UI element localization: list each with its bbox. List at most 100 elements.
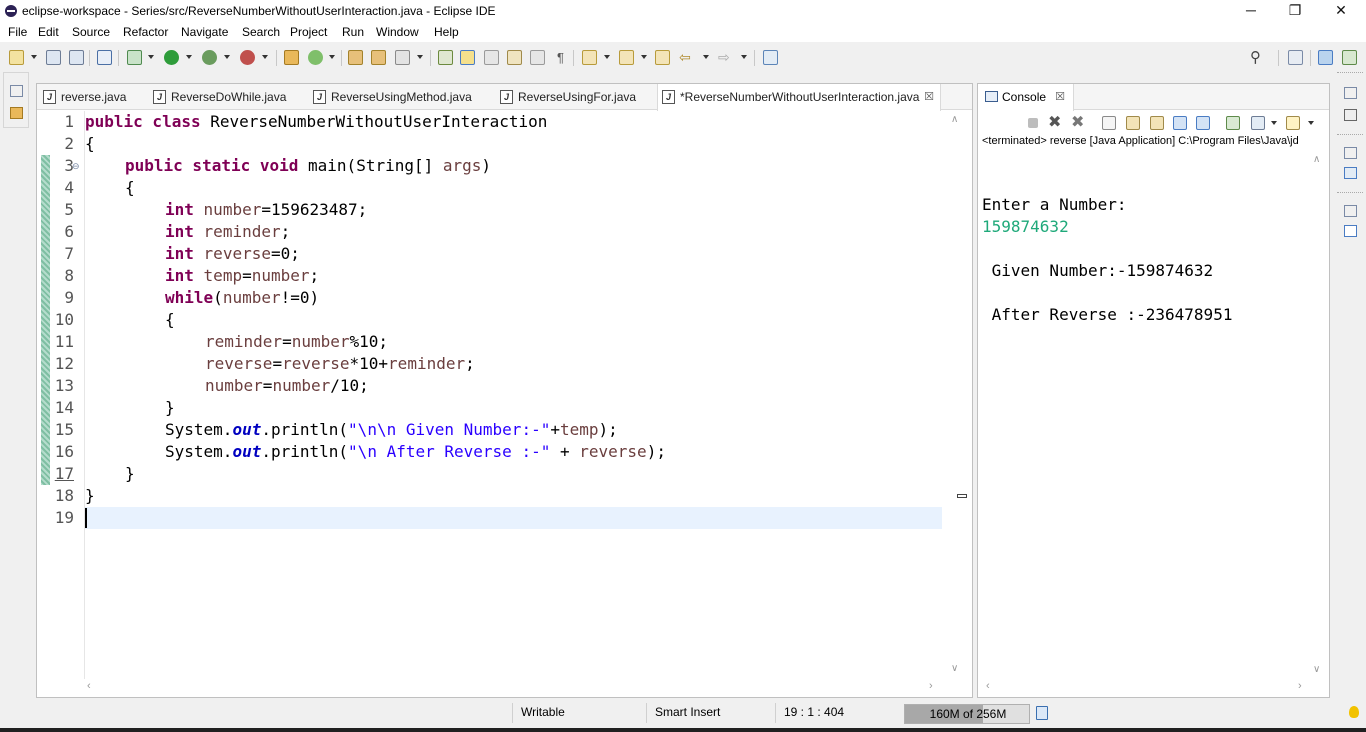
console-horizontal-scrollbar[interactable]: ‹ › xyxy=(978,679,1329,695)
scroll-right-icon[interactable]: › xyxy=(1298,680,1302,692)
insert-mode-status[interactable]: Smart Insert xyxy=(655,705,720,719)
chevron-down-icon[interactable] xyxy=(224,55,230,59)
pilcrow-icon[interactable]: ¶ xyxy=(553,50,568,65)
console-output[interactable]: Enter a Number: 159874632 Given Number:-1… xyxy=(982,194,1312,326)
menu-search[interactable]: Search xyxy=(242,25,280,39)
save-all-icon[interactable] xyxy=(69,50,84,65)
chevron-down-icon[interactable] xyxy=(329,55,335,59)
show-on-stdout-icon[interactable] xyxy=(1173,116,1187,130)
vertical-scrollbar[interactable]: ∧ ∨ xyxy=(942,111,972,681)
skip-breakpoints-icon[interactable] xyxy=(97,50,112,65)
forward-arrow-icon[interactable]: ⇨ xyxy=(718,50,733,65)
problems-view-icon[interactable] xyxy=(1344,225,1357,237)
tab-console[interactable]: Console ☒ xyxy=(978,84,1074,111)
debug-icon[interactable] xyxy=(127,50,142,65)
menu-window[interactable]: Window xyxy=(376,25,419,39)
chevron-down-icon[interactable] xyxy=(641,55,647,59)
chevron-down-icon[interactable] xyxy=(186,55,192,59)
chevron-down-icon[interactable] xyxy=(604,55,610,59)
open-type-icon[interactable] xyxy=(348,50,363,65)
chevron-down-icon[interactable] xyxy=(31,55,37,59)
restore-icon[interactable] xyxy=(10,85,23,97)
back-arrow-icon[interactable]: ⇦ xyxy=(679,50,694,65)
menu-help[interactable]: Help xyxy=(434,25,459,39)
scroll-right-icon[interactable]: › xyxy=(929,680,933,692)
new-java-package-icon[interactable] xyxy=(284,50,299,65)
scroll-down-icon[interactable]: ∨ xyxy=(951,663,958,674)
scroll-up-icon[interactable]: ∧ xyxy=(1313,154,1320,165)
next-annotation-icon[interactable] xyxy=(582,50,597,65)
open-console-icon[interactable] xyxy=(1286,116,1300,130)
task-list-icon[interactable] xyxy=(1344,109,1357,121)
chevron-down-icon[interactable] xyxy=(417,55,423,59)
outline-icon[interactable] xyxy=(1344,167,1357,179)
remove-launch-icon[interactable]: ✖ xyxy=(1048,115,1062,131)
scroll-down-icon[interactable]: ∨ xyxy=(1313,664,1320,675)
pin-editor-icon[interactable] xyxy=(763,50,778,65)
maximize-button[interactable]: ❐ xyxy=(1272,0,1318,22)
terminate-icon[interactable] xyxy=(1028,118,1038,128)
coverage-icon[interactable] xyxy=(202,50,217,65)
close-tab-icon[interactable]: ☒ xyxy=(1055,84,1065,110)
block-selection-icon[interactable] xyxy=(484,50,499,65)
heap-status[interactable]: 160M of 256M xyxy=(904,704,1030,724)
pin-console-icon[interactable] xyxy=(1226,116,1240,130)
collapse-fold-icon[interactable]: ⊖ xyxy=(72,161,80,172)
word-wrap-icon[interactable] xyxy=(1150,116,1164,130)
package-explorer-icon[interactable] xyxy=(10,107,23,119)
horizontal-scrollbar[interactable]: ‹ › xyxy=(37,679,972,695)
show-whitespace-icon[interactable] xyxy=(530,50,545,65)
menu-file[interactable]: File xyxy=(8,25,27,39)
chevron-down-icon[interactable] xyxy=(741,55,747,59)
code-editor[interactable]: 1 2 3 ⊖ 4 5 6 7 8 9 10 11 12 13 14 15 16… xyxy=(37,111,972,681)
overview-ruler-mark[interactable] xyxy=(957,494,967,498)
close-tab-icon[interactable]: ☒ xyxy=(924,84,934,110)
highlight-icon[interactable] xyxy=(460,50,475,65)
scroll-up-icon[interactable]: ∧ xyxy=(951,114,958,125)
open-task-icon[interactable] xyxy=(371,50,386,65)
remove-all-launches-icon[interactable]: ✖ xyxy=(1071,115,1085,131)
tab-reverse-using-for[interactable]: J ReverseUsingFor.java xyxy=(496,84,656,110)
last-edit-location-icon[interactable] xyxy=(655,50,670,65)
search-tool-icon[interactable] xyxy=(395,50,410,65)
java-perspective-icon[interactable] xyxy=(1318,50,1333,65)
display-console-icon[interactable] xyxy=(1251,116,1265,130)
garbage-collect-icon[interactable] xyxy=(1036,706,1048,720)
scroll-left-icon[interactable]: ‹ xyxy=(87,680,91,692)
toggle-mark-occurrences-icon[interactable] xyxy=(438,50,453,65)
tab-reverse-do-while[interactable]: J ReverseDoWhile.java xyxy=(149,84,307,110)
chevron-down-icon[interactable] xyxy=(1271,121,1277,125)
run-icon[interactable] xyxy=(164,50,179,65)
scroll-lock-icon[interactable] xyxy=(1126,116,1140,130)
show-on-stderr-icon[interactable] xyxy=(1196,116,1210,130)
save-icon[interactable] xyxy=(46,50,61,65)
console-vertical-scrollbar[interactable]: ∧ ∨ xyxy=(1311,154,1325,679)
restore-icon[interactable] xyxy=(1344,147,1357,159)
external-tools-icon[interactable] xyxy=(240,50,255,65)
chevron-down-icon[interactable] xyxy=(148,55,154,59)
minimize-button[interactable]: ─ xyxy=(1228,0,1274,22)
tab-reverse-java[interactable]: J reverse.java xyxy=(39,84,147,110)
menu-navigate[interactable]: Navigate xyxy=(181,25,228,39)
chevron-down-icon[interactable] xyxy=(703,55,709,59)
search-icon[interactable]: ⚲ xyxy=(1250,50,1265,65)
menu-refactor[interactable]: Refactor xyxy=(123,25,168,39)
lightbulb-icon[interactable] xyxy=(1349,706,1359,718)
menu-source[interactable]: Source xyxy=(72,25,110,39)
close-window-button[interactable]: ✕ xyxy=(1318,0,1364,22)
tab-reverse-number-without-user-interaction[interactable]: J *ReverseNumberWithoutUserInteraction.j… xyxy=(657,84,941,111)
menu-edit[interactable]: Edit xyxy=(38,25,59,39)
restore-icon[interactable] xyxy=(1344,87,1357,99)
restore-icon[interactable] xyxy=(1344,205,1357,217)
debug-perspective-icon[interactable] xyxy=(1342,50,1357,65)
chevron-down-icon[interactable] xyxy=(1308,121,1314,125)
word-wrap-icon[interactable] xyxy=(507,50,522,65)
clear-console-icon[interactable] xyxy=(1102,116,1116,130)
menu-project[interactable]: Project xyxy=(290,25,327,39)
new-java-class-icon[interactable] xyxy=(308,50,323,65)
scroll-left-icon[interactable]: ‹ xyxy=(986,680,990,692)
new-icon[interactable] xyxy=(9,50,24,65)
open-perspective-icon[interactable] xyxy=(1288,50,1303,65)
tab-reverse-using-method[interactable]: J ReverseUsingMethod.java xyxy=(309,84,494,110)
chevron-down-icon[interactable] xyxy=(262,55,268,59)
